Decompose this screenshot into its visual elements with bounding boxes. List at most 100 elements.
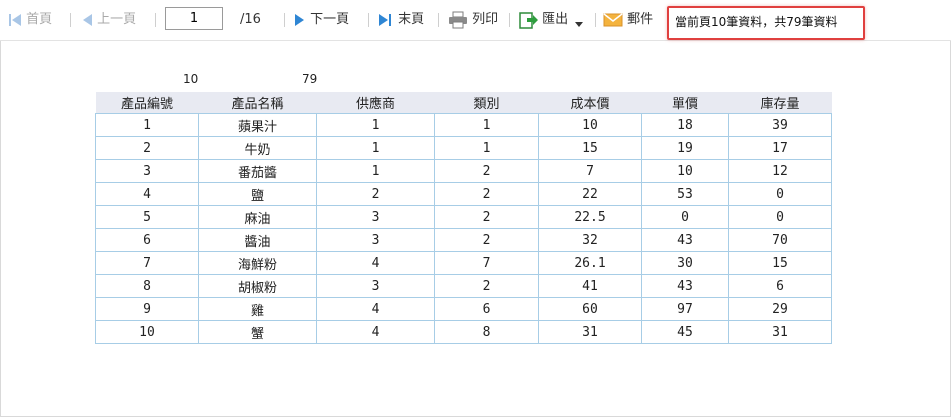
cost-price-cell: 7	[538, 159, 642, 183]
col-header-cost-price: 成本價	[538, 92, 642, 114]
product-id-cell: 10	[95, 320, 199, 344]
prev-page-label: 上一頁	[97, 12, 137, 27]
caret-down-icon	[574, 15, 584, 27]
table-row: 4 鹽 2 2 22 53 0	[95, 182, 832, 206]
stock-cell: 6	[728, 274, 832, 298]
col-header-product-name: 產品名稱	[198, 92, 317, 114]
cost-price-cell: 26.1	[538, 251, 642, 275]
export-icon	[518, 11, 538, 29]
last-page-button[interactable]: 末頁	[378, 9, 424, 31]
product-id-cell: 9	[95, 297, 199, 321]
product-id-cell: 4	[95, 182, 199, 206]
mail-label: 郵件	[627, 12, 654, 27]
category-cell: 1	[434, 113, 539, 137]
product-id-cell: 2	[95, 136, 199, 160]
unit-price-cell: 43	[641, 228, 729, 252]
toolbar-divider	[70, 13, 71, 27]
supplier-cell: 2	[316, 182, 435, 206]
category-cell: 8	[434, 320, 539, 344]
next-page-label: 下一頁	[310, 12, 350, 27]
last-page-icon	[378, 12, 394, 28]
category-cell: 2	[434, 274, 539, 298]
cost-price-cell: 10	[538, 113, 642, 137]
table-row: 7 海鮮粉 4 7 26.1 30 15	[95, 251, 832, 275]
table-row: 6 醬油 3 2 32 43 70	[95, 228, 832, 252]
last-page-label: 末頁	[398, 12, 425, 27]
first-page-button[interactable]: 首頁	[8, 9, 52, 31]
toolbar-divider	[509, 13, 510, 27]
stock-cell: 0	[728, 205, 832, 229]
table-row: 3 番茄醬 1 2 7 10 12	[95, 159, 832, 183]
table-row: 8 胡椒粉 3 2 41 43 6	[95, 274, 832, 298]
table-row: 9 雞 4 6 60 97 29	[95, 297, 832, 321]
cost-price-cell: 32	[538, 228, 642, 252]
unit-price-cell: 45	[641, 320, 729, 344]
product-name-cell: 雞	[198, 297, 317, 321]
cost-price-cell: 15	[538, 136, 642, 160]
mail-button[interactable]: 郵件	[603, 9, 653, 31]
product-table: 產品編號 產品名稱 供應商 類別 成本價 單價 庫存量 1 蘋果汁 1 1 10 18 39…	[95, 92, 832, 344]
prev-page-icon	[81, 12, 93, 28]
col-header-supplier: 供應商	[316, 92, 435, 114]
unit-price-cell: 43	[641, 274, 729, 298]
product-name-cell: 海鮮粉	[198, 251, 317, 275]
page-record-count: 10	[183, 72, 199, 86]
supplier-cell: 4	[316, 297, 435, 321]
mail-icon	[603, 12, 623, 28]
col-header-product-id: 產品編號	[95, 92, 199, 114]
product-id-cell: 6	[95, 228, 199, 252]
cost-price-cell: 22.5	[538, 205, 642, 229]
supplier-cell: 4	[316, 320, 435, 344]
table-header-row: 產品編號 產品名稱 供應商 類別 成本價 單價 庫存量	[95, 92, 832, 114]
product-name-cell: 鹽	[198, 182, 317, 206]
category-cell: 1	[434, 136, 539, 160]
next-page-icon	[294, 12, 306, 28]
supplier-cell: 1	[316, 113, 435, 137]
unit-price-cell: 18	[641, 113, 729, 137]
col-header-stock: 庫存量	[728, 92, 832, 114]
toolbar-divider	[438, 13, 439, 27]
stock-cell: 0	[728, 182, 832, 206]
next-page-button[interactable]: 下一頁	[294, 9, 349, 31]
toolbar-divider	[595, 13, 596, 27]
stock-cell: 29	[728, 297, 832, 321]
product-name-cell: 番茄醬	[198, 159, 317, 183]
page-number-input[interactable]	[165, 7, 223, 30]
record-status-text: 當前頁10筆資料，共79筆資料	[675, 15, 838, 29]
export-label: 匯出	[542, 12, 569, 27]
report-toolbar: 首頁 上一頁 /16 下一頁 末頁	[0, 0, 951, 41]
col-header-unit-price: 單價	[641, 92, 729, 114]
product-id-cell: 3	[95, 159, 199, 183]
toolbar-divider	[155, 13, 156, 27]
supplier-cell: 3	[316, 205, 435, 229]
unit-price-cell: 53	[641, 182, 729, 206]
supplier-cell: 3	[316, 274, 435, 298]
table-row: 5 麻油 3 2 22.5 0 0	[95, 205, 832, 229]
prev-page-button[interactable]: 上一頁	[81, 9, 136, 31]
stock-cell: 70	[728, 228, 832, 252]
export-dropdown[interactable]: 匯出	[518, 9, 584, 31]
unit-price-cell: 30	[641, 251, 729, 275]
cost-price-cell: 31	[538, 320, 642, 344]
category-cell: 2	[434, 205, 539, 229]
supplier-cell: 3	[316, 228, 435, 252]
cost-price-cell: 41	[538, 274, 642, 298]
category-cell: 2	[434, 182, 539, 206]
first-page-icon	[8, 12, 22, 28]
product-name-cell: 蟹	[198, 320, 317, 344]
print-button[interactable]: 列印	[448, 9, 498, 31]
product-id-cell: 5	[95, 205, 199, 229]
product-id-cell: 8	[95, 274, 199, 298]
category-cell: 2	[434, 159, 539, 183]
col-header-category: 類別	[434, 92, 539, 114]
stock-cell: 31	[728, 320, 832, 344]
product-name-cell: 牛奶	[198, 136, 317, 160]
stock-cell: 17	[728, 136, 832, 160]
table-row: 10 蟹 4 8 31 45 31	[95, 320, 832, 344]
stock-cell: 15	[728, 251, 832, 275]
supplier-cell: 4	[316, 251, 435, 275]
toolbar-divider	[368, 13, 369, 27]
table-row: 1 蘋果汁 1 1 10 18 39	[95, 113, 832, 137]
stock-cell: 12	[728, 159, 832, 183]
stock-cell: 39	[728, 113, 832, 137]
